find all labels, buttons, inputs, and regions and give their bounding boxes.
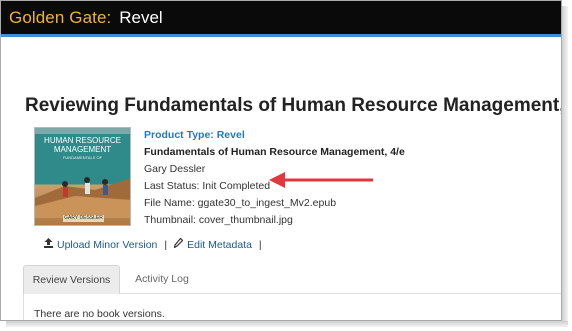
cover-top-band — [35, 128, 130, 134]
action-bar: Upload Minor Version | Edit Metadata | — [44, 237, 269, 251]
top-bar: Golden Gate: Revel — [1, 1, 561, 34]
page-title: Reviewing Fundamentals of Human Resource… — [25, 95, 562, 116]
action-trailing-separator: | — [258, 238, 262, 251]
app-name: Revel — [119, 7, 163, 27]
tab-activity-log[interactable]: Activity Log — [120, 265, 204, 294]
tab-panel: There are no book versions. — [23, 294, 561, 320]
cover-title-line2: MANAGEMENT — [53, 145, 112, 154]
cover-illustration — [35, 177, 130, 218]
upload-minor-version-link[interactable]: Upload Minor Version — [44, 238, 157, 251]
brand-name[interactable]: Golden Gate — [9, 8, 107, 28]
book-cover-thumbnail: FUNDAMENTALS OF HUMAN RESOURCE MANAGEMEN… — [34, 127, 131, 226]
upload-icon — [44, 238, 53, 251]
cover-title-line1: HUMAN RESOURCE — [44, 136, 121, 145]
frame-shadow-right — [562, 6, 568, 325]
empty-state-message: There are no book versions. — [34, 308, 165, 320]
edit-metadata-label: Edit Metadata — [187, 238, 252, 251]
cover-author: GARY DESSLER — [63, 215, 104, 222]
upload-minor-version-label: Upload Minor Version — [57, 238, 158, 251]
tab-bar: Review Versions Activity Log — [23, 265, 561, 294]
product-type: Product Type: Revel — [144, 129, 245, 141]
brand-separator: : — [106, 7, 112, 27]
window-frame: Golden Gate: Revel Reviewing Fundamental… — [0, 0, 562, 321]
file-name: File Name: ggate30_to_ingest_Mv2.epub — [144, 197, 337, 209]
tab-review-versions[interactable]: Review Versions — [23, 265, 120, 294]
book-name: Fundamentals of Human Resource Managemen… — [144, 146, 405, 158]
edit-metadata-link[interactable]: Edit Metadata — [173, 237, 252, 251]
thumbnail-name: Thumbnail: cover_thumbnail.jpg — [144, 214, 293, 226]
annotation-arrow — [269, 172, 373, 188]
frame-shadow-bottom — [6, 321, 568, 327]
header-divider — [1, 34, 561, 37]
cover-subtitle: FUNDAMENTALS OF — [62, 155, 103, 160]
action-separator: | — [164, 238, 168, 251]
pencil-icon — [173, 237, 184, 251]
